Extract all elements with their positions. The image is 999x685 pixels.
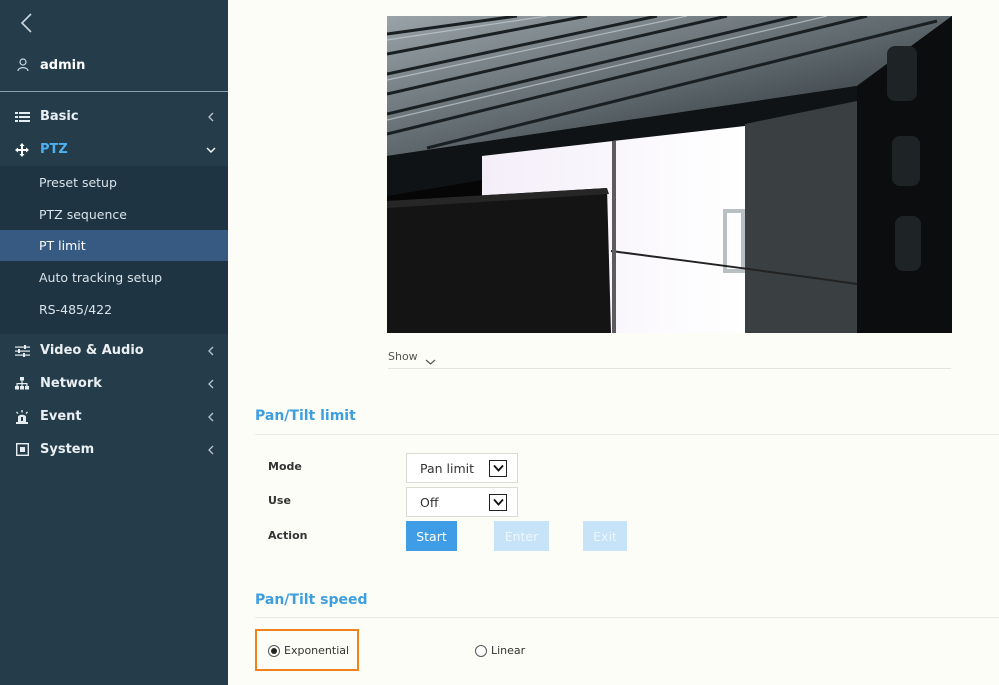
section-divider [255,434,999,435]
dropdown-arrow-icon [489,459,507,477]
menu-item-basic[interactable]: Basic [0,100,228,133]
system-icon [13,443,31,456]
ptz-submenu: Preset setup PTZ sequence PT limit Auto … [0,166,228,334]
menu-item-label: PTZ [40,142,68,157]
radio-exponential[interactable]: Exponential [268,644,349,657]
user-info: admin [0,48,228,82]
menu-item-ptz[interactable]: PTZ [0,133,228,166]
section-title-pan-tilt-speed: Pan/Tilt speed [255,592,368,608]
start-button[interactable]: Start [406,521,457,551]
chevron-left-icon [204,379,218,389]
submenu-item-auto-tracking-setup[interactable]: Auto tracking setup [0,262,228,293]
menu-item-video-audio[interactable]: Video & Audio [0,334,228,367]
menu-item-label: Network [40,376,102,391]
chevron-down-icon [204,146,218,154]
sliders-icon [13,344,31,357]
chevron-left-icon [204,112,218,122]
submenu-item-rs485[interactable]: RS-485/422 [0,294,228,325]
alarm-light-icon [13,409,31,424]
show-toggle-row[interactable]: Show [388,350,951,369]
network-icon [13,377,31,390]
chevron-left-icon [204,445,218,455]
section-title-pan-tilt-limit: Pan/Tilt limit [255,408,356,424]
use-label: Use [268,494,291,507]
section-divider [255,617,999,618]
show-label: Show [388,350,418,363]
video-preview[interactable] [387,16,952,333]
action-label: Action [268,529,308,542]
dropdown-arrow-icon [489,493,507,511]
submenu-item-ptz-sequence[interactable]: PTZ sequence [0,199,228,230]
use-select[interactable]: Off [406,487,518,517]
exit-button[interactable]: Exit [583,521,627,551]
radio-label: Exponential [284,644,350,657]
enter-button[interactable]: Enter [494,521,549,551]
mode-select-value: Pan limit [420,460,475,476]
chevron-left-icon [204,412,218,422]
menu-item-label: Event [40,409,82,424]
mode-select[interactable]: Pan limit [406,453,518,483]
menu-item-event[interactable]: Event [0,400,228,433]
menu-item-network[interactable]: Network [0,367,228,400]
user-name: admin [40,57,86,73]
mode-label: Mode [268,460,302,473]
radio-label: Linear [491,644,526,657]
sidebar-divider [0,91,228,92]
radio-unselected-icon [475,644,487,657]
chevron-left-icon [204,346,218,356]
radio-linear[interactable]: Linear [475,644,525,657]
menu-item-label: Video & Audio [40,343,144,358]
radio-selected-icon [268,644,280,657]
menu-item-system[interactable]: System [0,433,228,466]
user-icon [13,58,33,72]
use-select-value: Off [420,494,439,510]
submenu-item-preset-setup[interactable]: Preset setup [0,167,228,198]
back-chevron-icon[interactable] [18,12,38,34]
menu-item-label: System [40,442,95,457]
list-icon [13,111,31,123]
move-arrows-icon [13,142,31,157]
menu-item-label: Basic [40,109,79,124]
sidebar: admin Basic PTZ Preset setup PTZ sequenc… [0,0,228,685]
submenu-item-pt-limit[interactable]: PT limit [0,230,228,261]
chevron-down-icon [425,351,436,370]
